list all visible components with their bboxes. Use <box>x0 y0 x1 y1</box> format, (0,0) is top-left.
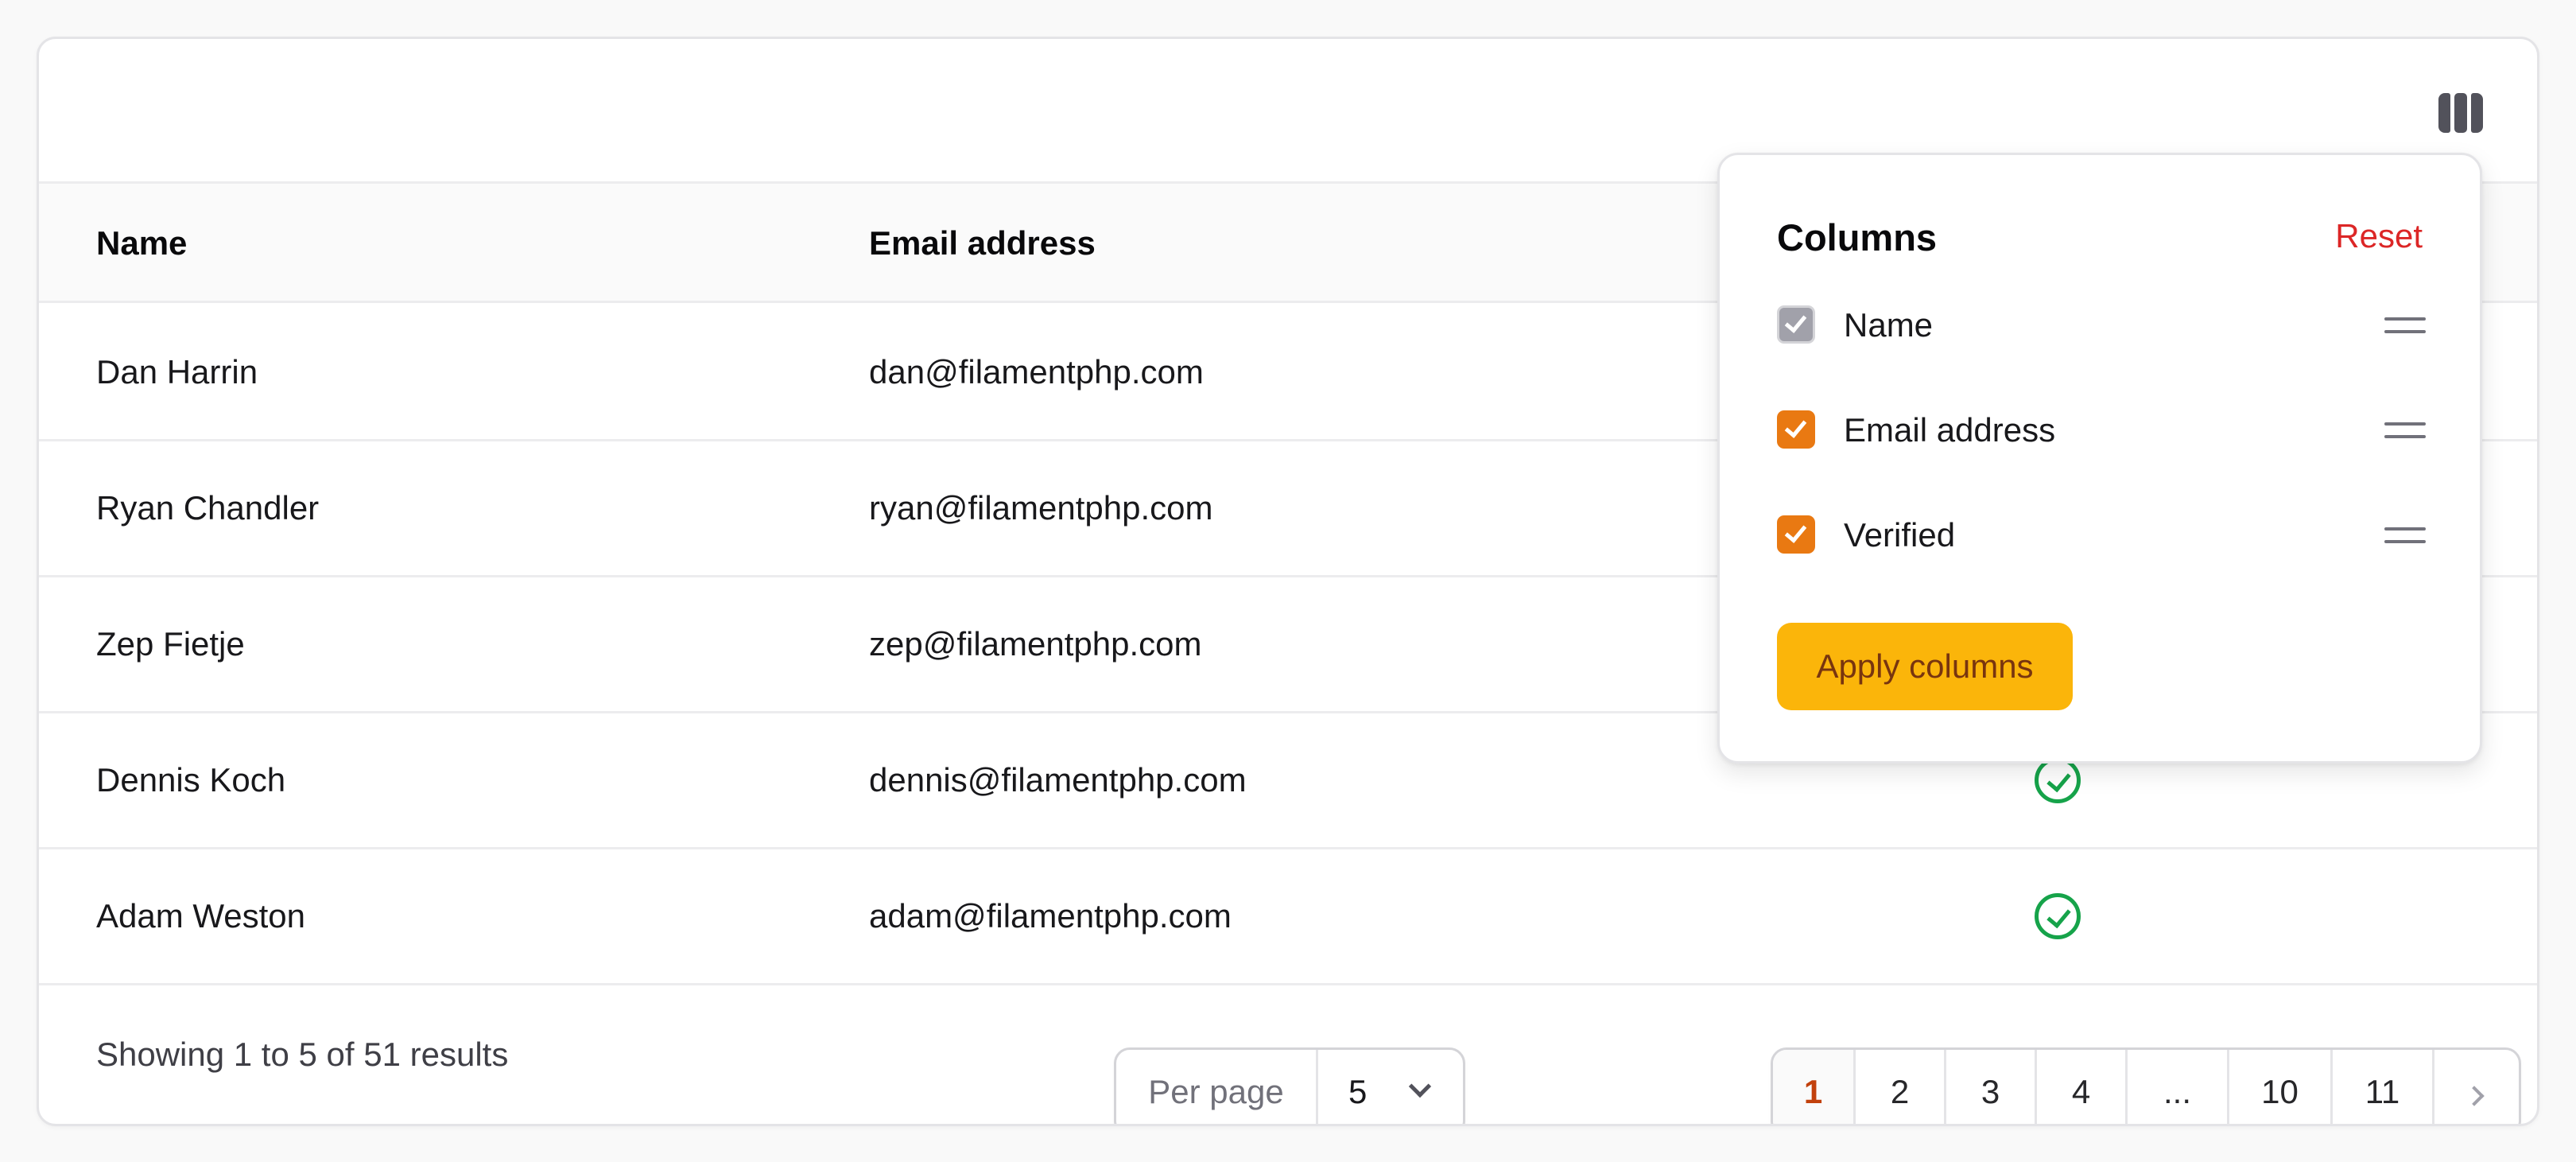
header-email[interactable]: Email address <box>869 184 1096 303</box>
cell-name: Zep Fietje <box>96 625 245 663</box>
cell-email: zep@filamentphp.com <box>869 625 1202 663</box>
next-page-button[interactable] <box>2434 1050 2519 1124</box>
column-checkbox-name <box>1777 305 1815 344</box>
table-row[interactable]: Adam Weston adam@filamentphp.com <box>39 849 2537 985</box>
cell-name: Adam Weston <box>96 897 306 935</box>
columns-icon[interactable] <box>2438 93 2483 133</box>
cell-name: Dennis Koch <box>96 761 286 799</box>
per-page-value: 5 <box>1348 1073 1368 1110</box>
column-item-label: Name <box>1844 306 1934 344</box>
cell-name: Dan Harrin <box>96 353 258 391</box>
pagination: 1 2 3 4 ... 10 11 <box>1771 1047 2521 1124</box>
cell-email: adam@filamentphp.com <box>869 897 1232 935</box>
drag-handle-icon[interactable] <box>2384 421 2426 440</box>
results-summary: Showing 1 to 5 of 51 results <box>96 1036 509 1073</box>
column-checkbox-email[interactable] <box>1777 410 1815 449</box>
column-item-label: Verified <box>1844 516 1956 554</box>
verified-check-icon <box>2035 893 2081 939</box>
header-name[interactable]: Name <box>96 184 187 303</box>
cell-email: ryan@filamentphp.com <box>869 489 1213 527</box>
drag-handle-icon[interactable] <box>2384 526 2426 545</box>
page-button-2[interactable]: 2 <box>1856 1050 1946 1124</box>
column-item-label: Email address <box>1844 411 2056 449</box>
page-ellipsis: ... <box>2128 1050 2229 1124</box>
page-button-1[interactable]: 1 <box>1773 1050 1856 1124</box>
column-item-name: Name <box>1777 301 2426 349</box>
cell-name: Ryan Chandler <box>96 489 320 527</box>
column-checkbox-verified[interactable] <box>1777 515 1815 554</box>
per-page-select[interactable]: 5 <box>1318 1050 1463 1124</box>
page-button-11[interactable]: 11 <box>2333 1050 2434 1124</box>
page-button-3[interactable]: 3 <box>1946 1050 2037 1124</box>
apply-columns-button[interactable]: Apply columns <box>1777 623 2073 710</box>
column-item-email: Email address <box>1777 406 2426 454</box>
reset-columns-link[interactable]: Reset <box>2335 217 2423 255</box>
verified-check-icon <box>2035 757 2081 803</box>
page-button-4[interactable]: 4 <box>2037 1050 2128 1124</box>
column-manager-title: Columns <box>1777 216 1938 258</box>
table-footer: Showing 1 to 5 of 51 results Per page 5 … <box>39 982 2537 1124</box>
cell-email: dan@filamentphp.com <box>869 353 1204 391</box>
chevron-right-icon <box>2464 1086 2485 1106</box>
cell-email: dennis@filamentphp.com <box>869 761 1247 799</box>
chevron-down-icon <box>1408 1075 1432 1098</box>
drag-handle-icon[interactable] <box>2384 316 2426 335</box>
column-item-verified: Verified <box>1777 511 2426 559</box>
column-manager-dropdown: Columns Reset Name Email address Verifie… <box>1717 153 2482 764</box>
per-page-label: Per page <box>1116 1050 1318 1124</box>
page-button-10[interactable]: 10 <box>2229 1050 2333 1124</box>
per-page-control: Per page 5 <box>1114 1047 1465 1124</box>
